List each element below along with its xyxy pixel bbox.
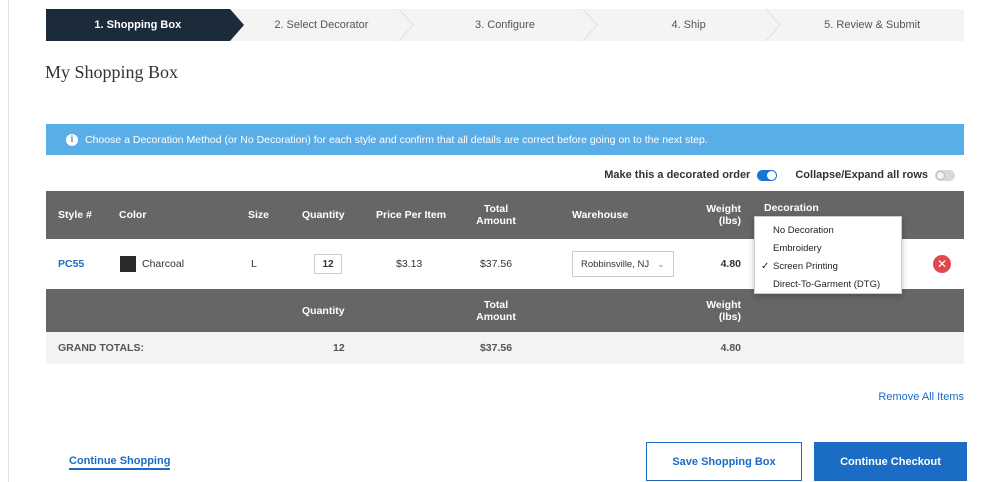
step-select-decorator[interactable]: 2. Select Decorator (230, 9, 414, 41)
option-label: No Decoration (773, 224, 834, 236)
order-toggles: Make this a decorated order Collapse/Exp… (604, 169, 955, 181)
header-total: Total Amount (466, 191, 526, 239)
weight-value: 4.80 (720, 258, 741, 270)
decoration-dropdown-menu: No Decoration Embroidery ✓ Screen Printin… (754, 216, 902, 294)
info-icon: i (66, 133, 78, 146)
grand-totals-row: GRAND TOTALS: 12 $37.56 4.80 (46, 332, 964, 364)
step-label: 1. Shopping Box (94, 19, 182, 31)
remove-cell: ✕ (933, 239, 951, 289)
summary-header-weight: Weight (lbs) (686, 289, 741, 332)
header-weight-line1: Weight (706, 203, 741, 215)
toggle-knob (936, 170, 945, 180)
step-label: 4. Ship (671, 19, 706, 31)
summary-weight-line1: Weight (706, 298, 741, 311)
option-label: Direct-To-Garment (DTG) (773, 278, 881, 290)
collapse-expand-toggle[interactable] (935, 169, 955, 181)
color-swatch (120, 256, 136, 272)
decoration-option-embroidery[interactable]: Embroidery (755, 239, 901, 257)
step-shopping-box[interactable]: 1. Shopping Box (46, 9, 244, 41)
decoration-option-screen-printing[interactable]: ✓ Screen Printing (755, 257, 901, 275)
remove-all-items-link[interactable]: Remove All Items (878, 391, 964, 403)
info-banner-text: Choose a Decoration Method (or No Decora… (85, 133, 708, 146)
price-value: $3.13 (396, 258, 423, 270)
header-total-line1: Total (483, 203, 509, 215)
left-divider (8, 0, 9, 482)
quantity-cell: 12 (314, 239, 342, 289)
total-value: $37.56 (479, 258, 513, 270)
warehouse-select[interactable]: Robbinsville, NJ ⌄ (572, 251, 674, 277)
grand-totals-weight: 4.80 (720, 342, 741, 354)
continue-shopping-link[interactable]: Continue Shopping (69, 455, 171, 470)
step-label: 2. Select Decorator (274, 19, 369, 31)
summary-header-total: Total Amount (466, 289, 526, 332)
save-shopping-box-button[interactable]: Save Shopping Box (646, 442, 802, 481)
size-value: L (251, 258, 257, 270)
decorated-order-toggle[interactable] (757, 169, 778, 181)
warehouse-value: Robbinsville, NJ (581, 258, 650, 270)
continue-checkout-button[interactable]: Continue Checkout (814, 442, 967, 481)
header-warehouse: Warehouse (572, 209, 629, 221)
page-title: My Shopping Box (45, 62, 179, 82)
summary-header: Quantity Total Amount Weight (lbs) (46, 289, 964, 332)
step-label: 5. Review & Submit (824, 19, 921, 31)
summary-header-quantity: Quantity (302, 304, 345, 317)
decorated-order-label: Make this a decorated order (604, 169, 751, 181)
toggle-knob (767, 170, 777, 180)
step-configure[interactable]: 3. Configure (413, 9, 598, 41)
grand-totals-quantity: 12 (333, 342, 345, 354)
step-arrow (229, 9, 244, 41)
chevron-down-icon: ⌄ (657, 258, 665, 269)
header-weight: Weight (lbs) (686, 191, 741, 239)
summary-total-line1: Total (483, 298, 509, 311)
checkmark-icon: ✓ (761, 260, 770, 272)
collapse-expand-label: Collapse/Expand all rows (795, 169, 928, 181)
color-name: Charcoal (142, 258, 185, 270)
header-color: Color (119, 209, 147, 221)
header-price: Price Per Item (376, 209, 447, 221)
decoration-option-no-decoration[interactable]: No Decoration (755, 221, 901, 239)
step-label: 3. Configure (475, 19, 535, 31)
style-number[interactable]: PC55 (58, 258, 84, 270)
step-separator (582, 9, 598, 41)
color-cell: Charcoal (120, 239, 184, 289)
style-link[interactable]: PC55 (58, 239, 84, 289)
header-total-line2: Amount (476, 215, 516, 227)
quantity-input[interactable]: 12 (314, 254, 342, 274)
summary-weight-line2: (lbs) (718, 310, 741, 323)
header-style: Style # (58, 209, 92, 221)
step-separator (765, 9, 782, 41)
remove-item-icon[interactable]: ✕ (933, 255, 951, 273)
option-label: Screen Printing (773, 260, 838, 272)
step-review-submit[interactable]: 5. Review & Submit (780, 9, 964, 41)
warehouse-cell: Robbinsville, NJ ⌄ (572, 239, 674, 289)
step-separator (398, 9, 414, 41)
grand-totals-label: GRAND TOTALS: (58, 342, 144, 354)
option-label: Embroidery (773, 242, 822, 254)
header-size: Size (248, 209, 270, 221)
step-ship[interactable]: 4. Ship (597, 9, 782, 41)
header-quantity: Quantity (302, 209, 345, 221)
header-weight-line2: (lbs) (718, 215, 741, 227)
decoration-option-dtg[interactable]: Direct-To-Garment (DTG) (755, 275, 901, 293)
summary-total-line2: Amount (476, 310, 516, 323)
grand-totals-amount: $37.56 (479, 342, 513, 354)
checkout-stepper: 1. Shopping Box 2. Select Decorator 3. C… (46, 9, 964, 41)
info-banner: i Choose a Decoration Method (or No Deco… (46, 124, 964, 155)
